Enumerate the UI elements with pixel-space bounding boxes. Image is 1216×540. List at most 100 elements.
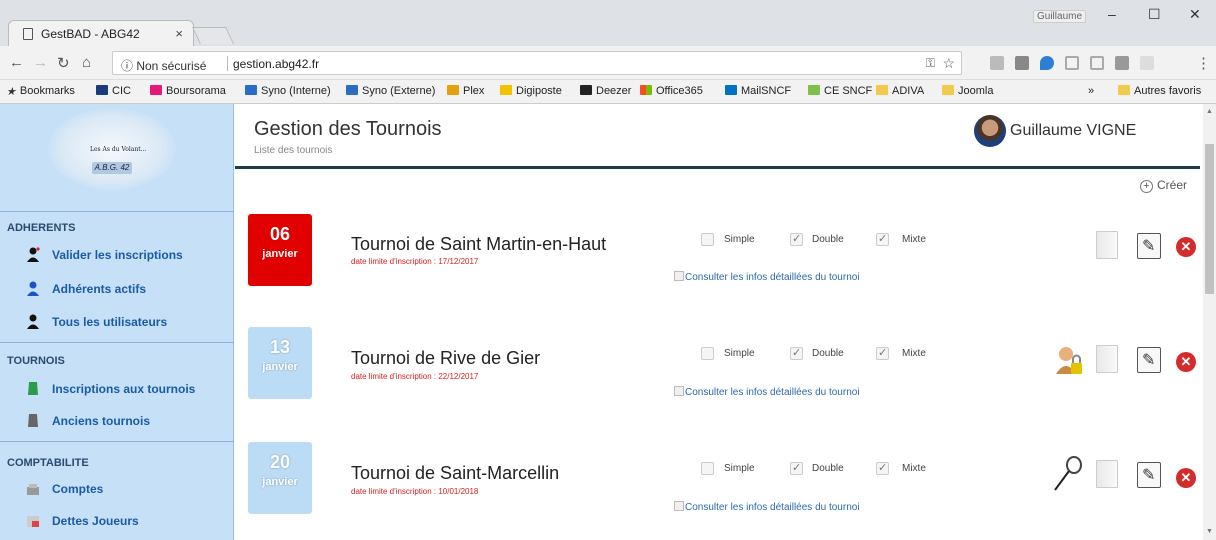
scroll-up-icon[interactable]: ▲ [1206,108,1213,115]
bookmark-syno-interne[interactable]: Syno (Interne) [245,85,331,97]
user-name[interactable]: Guillaume VIGNE [1010,122,1136,140]
broken-image-icon [674,271,684,281]
delete-icon[interactable]: ✕ [1176,468,1196,488]
extension-icon-6[interactable] [1115,56,1129,70]
edit-icon[interactable] [1137,233,1161,259]
forward-icon[interactable]: → [33,54,48,71]
address-bar-row: ← → ↻ ⌂ ⓘ Non sécurisé gestion.abg42.fr … [0,46,1216,80]
page-title: Gestion des Tournois [254,118,442,140]
document-icon[interactable] [1096,345,1118,373]
extension-icon-5[interactable] [1090,56,1104,70]
new-tab-button[interactable] [192,27,234,44]
simple-label: Simple [724,348,755,359]
bookmark-adiva[interactable]: ADIVA [876,85,924,97]
delete-icon[interactable]: ✕ [1176,237,1196,257]
bookmark-syno-externe[interactable]: Syno (Externe) [346,85,435,97]
tournament-name[interactable]: Tournoi de Saint-Marcellin [351,463,559,484]
minimize-icon[interactable]: – [1108,6,1116,22]
edit-icon[interactable] [1137,462,1161,488]
address-separator [227,56,228,71]
tournament-info-link[interactable]: Consulter les infos détaillées du tourno… [674,271,860,283]
scroll-down-icon[interactable]: ▼ [1206,528,1213,535]
bookmark-cesncf[interactable]: CE SNCF [808,85,872,97]
url-text[interactable]: gestion.abg42.fr [233,57,319,71]
tournament-name[interactable]: Tournoi de Rive de Gier [351,348,540,369]
document-icon[interactable] [1096,231,1118,259]
simple-label: Simple [724,234,755,245]
browser-tab[interactable]: GestBAD - ABG42 × [8,20,194,46]
tournament-info-link[interactable]: Consulter les infos détaillées du tourno… [674,386,860,398]
double-checkbox[interactable] [790,346,803,360]
bookmark-joomla[interactable]: Joomla [942,85,993,97]
shuttlecock-gray-icon [28,414,38,427]
bookmarks-bar: ★ Bookmarks CIC Boursorama Syno (Interne)… [0,80,1216,104]
bookmark-bookmarks[interactable]: ★ Bookmarks [6,85,75,98]
tournament-name[interactable]: Tournoi de Saint Martin-en-Haut [351,234,606,255]
tournament-info-link[interactable]: Consulter les infos détaillées du tourno… [674,501,860,513]
double-checkbox[interactable] [790,232,803,246]
reload-icon[interactable]: ↻ [57,54,70,72]
simple-checkbox[interactable] [701,233,714,246]
coins-icon [27,484,39,495]
simple-checkbox[interactable] [701,347,714,360]
bookmark-deezer[interactable]: Deezer [580,85,631,97]
sidebar-divider [0,441,234,442]
date-badge: 13 janvier [248,327,312,399]
racket-icon[interactable] [1053,456,1083,492]
tournament-deadline: date limite d'inscription : 10/01/2018 [351,487,479,496]
broken-image-icon [674,386,684,396]
bookmark-boursorama[interactable]: Boursorama [150,85,226,97]
address-field[interactable]: ⓘ Non sécurisé gestion.abg42.fr ⚿ ☆ [112,51,962,75]
logo-text: Les As du Volant... [90,146,147,153]
bookmark-mailsncf[interactable]: MailSNCF [725,85,791,97]
mixte-checkbox[interactable] [876,461,889,475]
user-pending-icon [27,247,40,262]
maximize-icon[interactable]: ☐ [1148,6,1161,23]
date-badge: 20 janvier [248,442,312,514]
date-month: janvier [262,361,298,373]
header-divider [235,166,1200,169]
page-scrollbar[interactable]: ▲ ▼ [1203,104,1216,540]
broken-image-icon [674,501,684,511]
bookmarks-overflow-icon[interactable]: » [1088,85,1094,97]
user-blue-icon [27,281,39,296]
tab-close-icon[interactable]: × [175,26,183,41]
document-icon[interactable] [1096,460,1118,488]
section-comptabilite-title: COMPTABILITE [7,457,89,469]
extension-icon-7[interactable] [1140,56,1154,70]
security-indicator[interactable]: ⓘ Non sécurisé [121,57,206,74]
create-button[interactable]: + Créer [1140,178,1187,193]
edit-icon[interactable] [1137,347,1161,373]
browser-menu-icon[interactable]: ⋮ [1196,54,1211,72]
extension-icon-2[interactable] [1015,56,1029,70]
sidebar-divider [0,211,234,212]
mixte-checkbox[interactable] [876,346,889,360]
bookmark-digiposte[interactable]: Digiposte [500,85,562,97]
window-user-badge[interactable]: Guillaume [1033,10,1087,23]
bookmark-star-icon[interactable]: ☆ [942,55,955,72]
extension-icon-s[interactable] [990,56,1004,70]
scroll-thumb[interactable] [1205,144,1214,294]
avatar[interactable] [974,115,1006,147]
extension-icon-drop[interactable] [1040,56,1054,70]
close-window-icon[interactable]: ✕ [1189,6,1201,23]
user-lock-icon[interactable] [1055,346,1083,376]
delete-icon[interactable]: ✕ [1176,352,1196,372]
simple-checkbox[interactable] [701,462,714,475]
bookmark-other[interactable]: Autres favoris [1118,85,1201,97]
debt-icon [27,516,39,527]
double-checkbox[interactable] [790,461,803,475]
mixte-checkbox[interactable] [876,232,889,246]
extension-icon-4[interactable] [1065,56,1079,70]
date-day: 06 [269,224,291,244]
back-icon[interactable]: ← [9,54,24,71]
bookmark-cic[interactable]: CIC [96,85,131,97]
tab-title: GestBAD - ABG42 [41,27,140,41]
key-icon[interactable]: ⚿ [926,56,935,71]
home-icon[interactable]: ⌂ [82,54,91,71]
bookmark-office365[interactable]: Office365 [640,85,703,97]
date-month: janvier [262,248,298,260]
club-logo[interactable]: Les As du Volant... A.B.G. 42 [48,108,176,190]
double-label: Double [812,348,844,359]
bookmark-plex[interactable]: Plex [447,85,484,97]
